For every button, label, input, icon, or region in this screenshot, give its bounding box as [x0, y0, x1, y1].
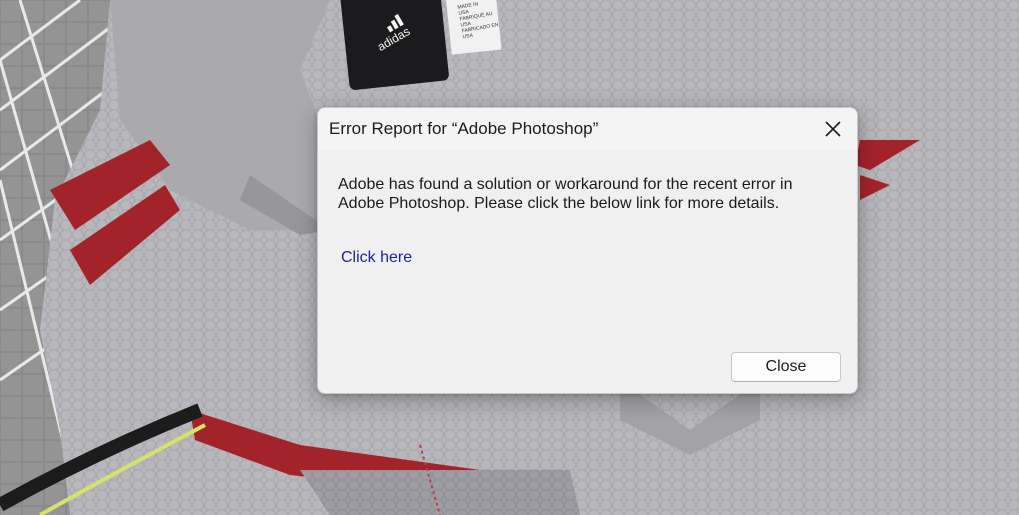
- error-report-dialog: Error Report for “Adobe Photoshop” Adobe…: [317, 107, 858, 394]
- click-here-link[interactable]: Click here: [341, 249, 412, 267]
- dialog-titlebar[interactable]: Error Report for “Adobe Photoshop”: [318, 108, 857, 150]
- close-icon-glyph: [825, 121, 841, 137]
- close-button[interactable]: Close: [731, 352, 841, 382]
- close-icon[interactable]: [813, 110, 853, 148]
- desktop: adidas MADE IN USA FABRIQUÉ AU USA FABRI…: [0, 0, 1019, 515]
- dialog-title: Error Report for “Adobe Photoshop”: [329, 119, 599, 138]
- dialog-message: Adobe has found a solution or workaround…: [338, 176, 793, 212]
